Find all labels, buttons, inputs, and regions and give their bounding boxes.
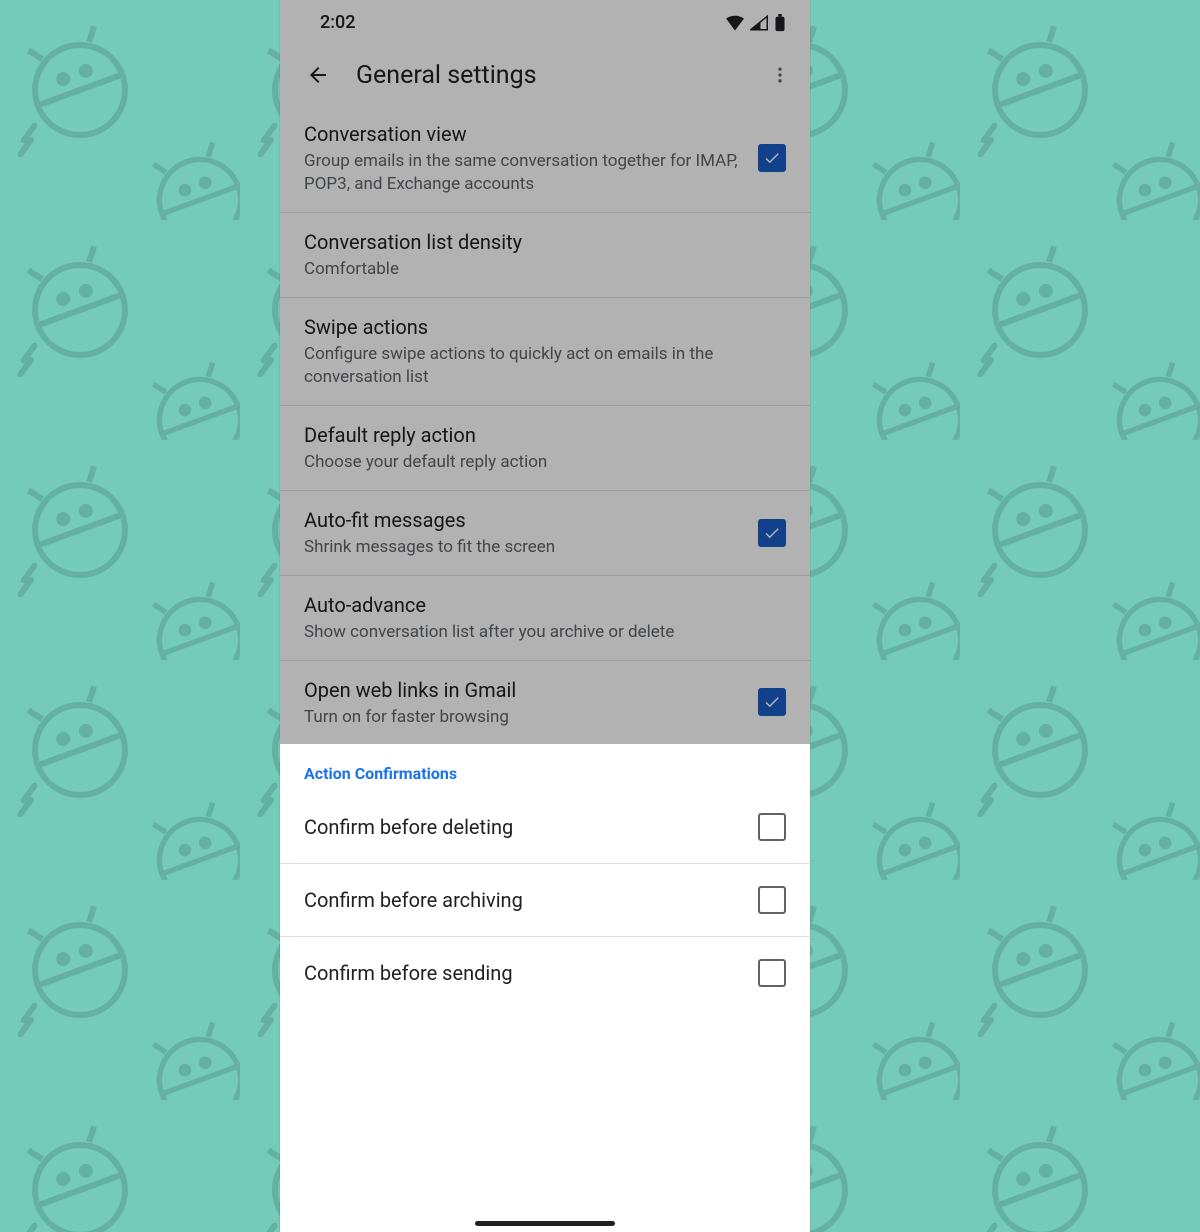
back-button[interactable]	[298, 63, 338, 87]
status-bar: 2:02	[280, 0, 810, 45]
confirm-archive-checkbox[interactable]	[758, 886, 786, 914]
setting-title: Confirm before deleting	[304, 814, 748, 841]
signal-icon	[750, 15, 768, 31]
setting-title: Auto-fit messages	[304, 507, 748, 534]
overflow-menu-button[interactable]	[760, 65, 800, 85]
autofit-checkbox[interactable]	[758, 519, 786, 547]
battery-icon	[774, 14, 786, 32]
setting-title: Confirm before sending	[304, 960, 748, 987]
setting-subtitle: Configure swipe actions to quickly act o…	[304, 343, 776, 389]
setting-swipe-actions[interactable]: Swipe actions Configure swipe actions to…	[280, 298, 810, 406]
settings-list: Conversation view Group emails in the sa…	[280, 105, 810, 744]
setting-title: Auto-advance	[304, 592, 776, 619]
setting-subtitle: Group emails in the same conversation to…	[304, 150, 748, 196]
setting-default-reply[interactable]: Default reply action Choose your default…	[280, 406, 810, 491]
check-icon	[763, 524, 781, 542]
setting-confirm-send[interactable]: Confirm before sending	[280, 937, 810, 1009]
page-title: General settings	[356, 61, 760, 90]
setting-subtitle: Choose your default reply action	[304, 451, 776, 474]
setting-autofit[interactable]: Auto-fit messages Shrink messages to fit…	[280, 491, 810, 576]
setting-title: Swipe actions	[304, 314, 776, 341]
open-links-checkbox[interactable]	[758, 688, 786, 716]
setting-title: Conversation list density	[304, 229, 776, 256]
setting-subtitle: Turn on for faster browsing	[304, 706, 748, 729]
confirm-send-checkbox[interactable]	[758, 959, 786, 987]
setting-title: Open web links in Gmail	[304, 677, 748, 704]
arrow-left-icon	[306, 63, 330, 87]
action-confirmations-section: Action Confirmations Confirm before dele…	[280, 744, 810, 1009]
setting-subtitle: Show conversation list after you archive…	[304, 621, 776, 644]
setting-subtitle: Shrink messages to fit the screen	[304, 536, 748, 559]
setting-autoadvance[interactable]: Auto-advance Show conversation list afte…	[280, 576, 810, 661]
setting-open-web-links[interactable]: Open web links in Gmail Turn on for fast…	[280, 661, 810, 745]
app-header: General settings	[280, 45, 810, 105]
wifi-icon	[726, 15, 744, 31]
setting-confirm-delete[interactable]: Confirm before deleting	[280, 791, 810, 864]
status-time: 2:02	[320, 12, 355, 33]
section-header: Action Confirmations	[280, 744, 810, 791]
check-icon	[763, 693, 781, 711]
phone-frame: 2:02 General settings	[280, 0, 810, 1232]
setting-conversation-view[interactable]: Conversation view Group emails in the sa…	[280, 105, 810, 213]
navigation-handle[interactable]	[475, 1221, 615, 1226]
confirm-delete-checkbox[interactable]	[758, 813, 786, 841]
setting-title: Conversation view	[304, 121, 748, 148]
page-background: 2:02 General settings	[0, 0, 1200, 1232]
conversation-view-checkbox[interactable]	[758, 144, 786, 172]
check-icon	[763, 149, 781, 167]
setting-title: Default reply action	[304, 422, 776, 449]
setting-density[interactable]: Conversation list density Comfortable	[280, 213, 810, 298]
setting-confirm-archive[interactable]: Confirm before archiving	[280, 864, 810, 937]
more-vert-icon	[770, 65, 790, 85]
setting-subtitle: Comfortable	[304, 258, 776, 281]
setting-title: Confirm before archiving	[304, 887, 748, 914]
